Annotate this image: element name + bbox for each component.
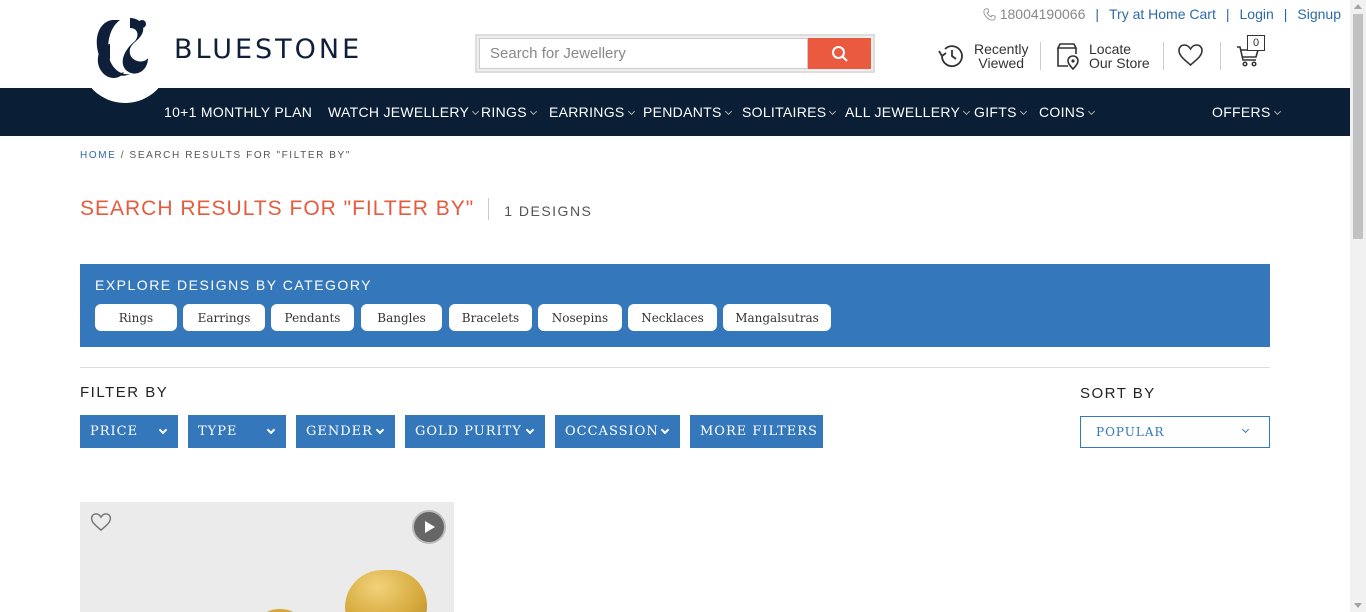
nav-solitaires[interactable]: SOLITAIRES <box>742 88 837 136</box>
heart-icon <box>90 513 112 532</box>
chevron-down-icon <box>724 107 732 116</box>
login-link[interactable]: Login <box>1240 6 1274 22</box>
divider <box>80 367 1270 368</box>
chevron-down-icon <box>1087 107 1095 116</box>
explore-categories-title: EXPLORE DESIGNS BY CATEGORY <box>95 277 373 293</box>
logo[interactable] <box>80 0 170 103</box>
nav-monthly-plan[interactable]: 10+1 MONTHLY PLAN <box>164 88 312 136</box>
recently-viewed-line1: Recently <box>974 41 1029 57</box>
category-rings[interactable]: Rings <box>95 304 177 331</box>
chevron-down-icon <box>1273 107 1281 116</box>
chevron-down-icon <box>525 425 535 435</box>
filter-gender-button[interactable]: GENDER <box>296 415 395 448</box>
category-mangalsutras[interactable]: Mangalsutras <box>723 304 831 331</box>
top-links: 18004190066 | Try at Home Cart | Login |… <box>983 6 1341 22</box>
chevron-down-icon <box>529 107 537 116</box>
chevron-down-icon <box>1241 425 1250 434</box>
locate-store-link[interactable]: Locate Our Store <box>1055 42 1150 70</box>
nav-earrings[interactable]: EARRINGS <box>549 88 635 136</box>
bluestone-logo-icon <box>96 18 148 78</box>
chevron-down-icon <box>158 425 168 435</box>
recently-viewed-link[interactable]: Recently Viewed <box>936 42 1028 70</box>
nav-gifts[interactable]: GIFTS <box>974 88 1027 136</box>
page-title: SEARCH RESULTS FOR "FILTER BY" <box>80 197 475 220</box>
sort-by-label: SORT BY <box>1080 385 1156 402</box>
sort-select[interactable]: POPULAR <box>1080 416 1270 448</box>
search-icon <box>831 45 848 62</box>
chevron-down-icon <box>266 425 276 435</box>
filter-occassion-button[interactable]: OCCASSION <box>555 415 680 448</box>
nav-pendants[interactable]: PENDANTS <box>643 88 732 136</box>
scroll-up-icon[interactable] <box>1354 4 1362 9</box>
play-video-button[interactable] <box>412 510 446 544</box>
filter-type-button[interactable]: TYPE <box>188 415 286 448</box>
results-header: SEARCH RESULTS FOR "FILTER BY" 1 DESIGNS <box>80 197 592 221</box>
wishlist-button[interactable] <box>1177 43 1204 67</box>
chevron-down-icon <box>829 107 837 116</box>
category-earrings[interactable]: Earrings <box>183 304 265 331</box>
sort-selected-value: POPULAR <box>1096 425 1165 439</box>
category-nosepins[interactable]: Nosepins <box>538 304 622 331</box>
category-bracelets[interactable]: Bracelets <box>449 304 532 331</box>
phone-icon <box>983 7 996 21</box>
search-input[interactable] <box>479 38 808 69</box>
locate-store-line2: Our Store <box>1089 55 1150 71</box>
chevron-down-icon <box>1019 107 1027 116</box>
brand-name[interactable]: BLUESTONE <box>174 34 362 65</box>
nav-coins[interactable]: COINS <box>1039 88 1095 136</box>
breadcrumb: HOME / SEARCH RESULTS FOR "FILTER BY" <box>80 150 351 161</box>
nav-offers[interactable]: OFFERS <box>1212 88 1281 136</box>
recently-viewed-line2: Viewed <box>978 55 1025 71</box>
nav-rings[interactable]: RINGS <box>481 88 537 136</box>
filter-by-label: FILTER BY <box>80 384 169 401</box>
scrollbar-thumb[interactable] <box>1353 14 1363 239</box>
filter-price-button[interactable]: PRICE <box>80 415 178 448</box>
locate-store-line1: Locate <box>1089 41 1132 57</box>
phone-contact[interactable]: 18004190066 <box>983 6 1086 22</box>
search-button[interactable] <box>808 38 871 69</box>
chevron-down-icon <box>472 107 480 116</box>
breadcrumb-current: / SEARCH RESULTS FOR "FILTER BY" <box>120 150 351 161</box>
chevron-down-icon <box>660 425 670 435</box>
chevron-down-icon <box>627 107 635 116</box>
play-icon <box>425 521 435 533</box>
try-at-home-cart-link[interactable]: Try at Home Cart <box>1109 6 1216 22</box>
store-locator-icon <box>1056 43 1079 70</box>
nav-watch-jewellery[interactable]: WATCH JEWELLERY <box>328 88 480 136</box>
breadcrumb-home[interactable]: HOME <box>80 150 116 161</box>
product-wishlist-button[interactable] <box>90 512 112 537</box>
search-bar <box>475 34 875 73</box>
chevron-down-icon <box>375 425 385 435</box>
signup-link[interactable]: Signup <box>1297 6 1341 22</box>
page-scrollbar[interactable] <box>1350 0 1366 612</box>
history-icon <box>938 45 963 68</box>
site-header: BLUESTONE 18004190066 | Try at Home Cart… <box>0 0 1350 103</box>
category-bangles[interactable]: Bangles <box>361 304 442 331</box>
category-necklaces[interactable]: Necklaces <box>628 304 717 331</box>
phone-number: 18004190066 <box>999 6 1086 22</box>
results-count: 1 DESIGNS <box>504 203 593 219</box>
nav-all-jewellery[interactable]: ALL JEWELLERY <box>845 88 971 136</box>
cart-count-badge: 0 <box>1247 35 1265 51</box>
product-image <box>345 570 427 612</box>
more-filters-button[interactable]: MORE FILTERS <box>690 415 823 448</box>
heart-icon <box>1178 44 1203 67</box>
chevron-down-icon <box>963 107 971 116</box>
scroll-down-icon[interactable] <box>1354 603 1362 608</box>
product-card[interactable] <box>80 502 454 612</box>
category-pendants[interactable]: Pendants <box>271 304 354 331</box>
main-nav: 10+1 MONTHLY PLAN WATCH JEWELLERY RINGS … <box>0 88 1350 136</box>
filter-gold-purity-button[interactable]: GOLD PURITY <box>405 415 545 448</box>
explore-categories-panel: EXPLORE DESIGNS BY CATEGORY Rings Earrin… <box>80 264 1270 347</box>
